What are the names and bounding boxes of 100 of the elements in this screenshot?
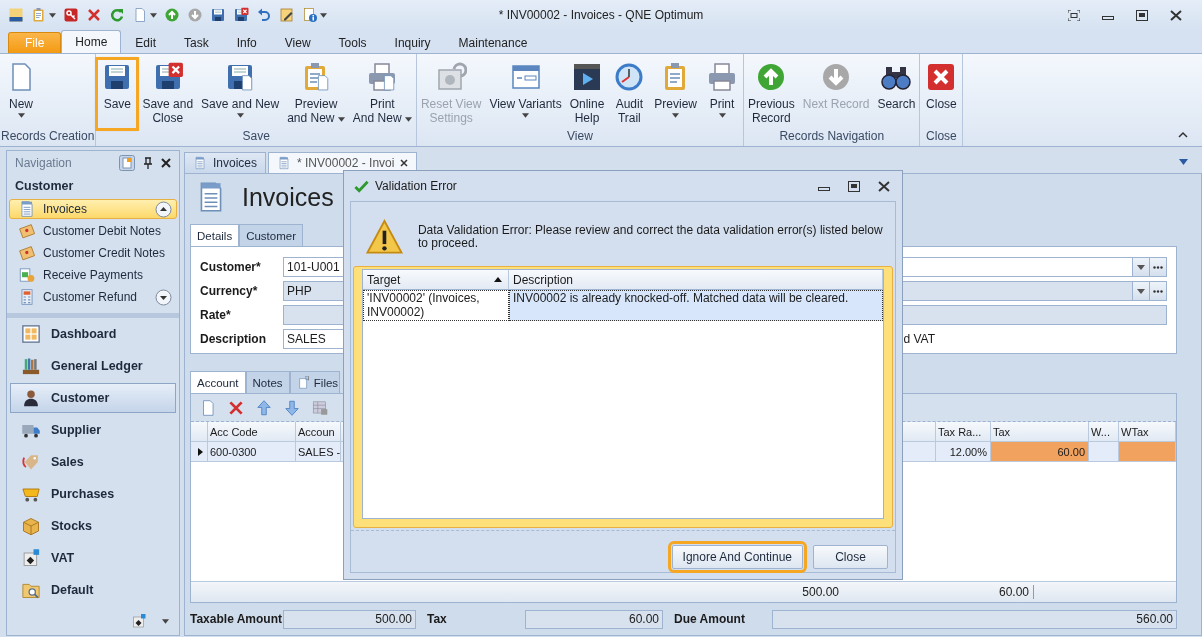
nav-item[interactable]: Customer Credit Notes bbox=[9, 243, 177, 263]
document-icon bbox=[193, 156, 207, 170]
close-icon[interactable] bbox=[161, 158, 171, 168]
table-cell[interactable]: INV00002 is already knocked-off. Matched data will be cleared. bbox=[509, 290, 883, 321]
floppy-disk-x-icon[interactable] bbox=[233, 7, 249, 23]
ellipsis-icon[interactable] bbox=[1153, 289, 1163, 293]
undo-icon[interactable] bbox=[256, 7, 272, 23]
form-title: Invoices bbox=[242, 182, 334, 212]
tax-document-icon[interactable] bbox=[131, 613, 147, 629]
ribbon-button[interactable]: Previous Record bbox=[745, 59, 798, 129]
ribbon-button[interactable]: Save bbox=[97, 59, 138, 129]
key-icon[interactable] bbox=[63, 7, 79, 23]
module-button[interactable]: Supplier bbox=[10, 415, 176, 445]
info-document-icon[interactable] bbox=[302, 7, 318, 23]
column-header[interactable]: Accoun bbox=[296, 422, 341, 442]
nav-item[interactable]: Invoices bbox=[9, 199, 177, 219]
up-arrow-icon[interactable] bbox=[255, 398, 273, 417]
scroll-up-icon[interactable] bbox=[155, 200, 172, 218]
ribbon-group-label: Close bbox=[925, 129, 958, 145]
form-tab[interactable]: Customer bbox=[239, 224, 303, 246]
caret-icon bbox=[320, 12, 327, 18]
ribbon-button[interactable]: New bbox=[1, 59, 41, 129]
maximize-icon[interactable] bbox=[848, 180, 860, 192]
down-arrow-icon[interactable] bbox=[283, 398, 301, 417]
document-tab[interactable]: * INV00002 - Invoi bbox=[268, 152, 418, 173]
nav-item[interactable]: Customer Refund bbox=[9, 287, 177, 307]
field-label: Description bbox=[200, 332, 267, 346]
module-button[interactable]: Sales bbox=[10, 447, 176, 477]
column-header[interactable]: Description bbox=[509, 270, 883, 290]
ribbon-tab[interactable]: Maintenance bbox=[444, 32, 542, 53]
document-icon bbox=[277, 156, 292, 170]
ribbon-button[interactable]: Search bbox=[874, 59, 919, 129]
module-button[interactable]: Stocks bbox=[10, 511, 176, 541]
ribbon-button[interactable]: Save and New bbox=[198, 59, 283, 129]
ribbon-button[interactable]: View Variants bbox=[486, 59, 565, 129]
ribbon-tab[interactable]: Task bbox=[170, 32, 223, 53]
column-header[interactable]: Target bbox=[363, 270, 509, 290]
column-header[interactable]: W... bbox=[1089, 422, 1119, 442]
column-header[interactable]: Acc Code bbox=[208, 422, 296, 442]
ribbon-button[interactable]: Online Help bbox=[566, 59, 608, 129]
detail-tab[interactable]: Account bbox=[190, 371, 246, 393]
clipboard-icon[interactable] bbox=[31, 7, 47, 23]
collapse-icon[interactable] bbox=[1178, 131, 1188, 138]
person-icon bbox=[21, 388, 41, 408]
ribbon-tab[interactable]: Edit bbox=[121, 32, 171, 53]
table-cell: 12.00% bbox=[936, 442, 991, 462]
ribbon-tab[interactable]: View bbox=[270, 32, 325, 53]
dropdown-icon[interactable] bbox=[1179, 158, 1188, 165]
current-row-icon bbox=[197, 447, 203, 456]
nav-item[interactable]: Receive Payments bbox=[9, 265, 177, 285]
ribbon-button[interactable]: Preview and New bbox=[284, 59, 348, 129]
app-logo-icon[interactable] bbox=[8, 7, 24, 23]
total-label: Due Amount bbox=[674, 612, 746, 626]
ribbon-button[interactable]: Preview bbox=[651, 59, 701, 129]
module-button[interactable]: Customer bbox=[10, 383, 176, 413]
fullscreen-icon[interactable] bbox=[1068, 9, 1080, 21]
ribbon-tab[interactable]: Info bbox=[222, 32, 271, 53]
calculator-icon bbox=[18, 288, 36, 306]
detail-tab[interactable]: Files bbox=[289, 371, 341, 393]
ribbon-tab[interactable]: Inquiry bbox=[380, 32, 445, 53]
note-icon bbox=[18, 222, 36, 240]
maximize-icon[interactable] bbox=[1136, 9, 1148, 21]
close-icon[interactable] bbox=[878, 180, 890, 192]
column-header[interactable]: Tax Ra... bbox=[936, 422, 991, 442]
detail-tab[interactable]: Notes bbox=[245, 371, 290, 393]
total-field: 500.00 bbox=[283, 609, 416, 629]
ribbon-button[interactable]: Print And New bbox=[349, 59, 415, 129]
close-icon[interactable] bbox=[400, 159, 409, 167]
scroll-down-icon[interactable] bbox=[155, 288, 172, 306]
ribbon-button[interactable]: Print bbox=[702, 59, 743, 129]
document-tab[interactable]: Invoices bbox=[184, 152, 267, 173]
ribbon-button[interactable]: Close bbox=[921, 59, 962, 129]
summary-value: 500.00 bbox=[801, 585, 840, 599]
module-button[interactable]: General Ledger bbox=[10, 351, 176, 381]
ribbon-tab[interactable]: Tools bbox=[324, 32, 381, 53]
refresh-icon[interactable] bbox=[109, 7, 125, 23]
module-button[interactable]: Dashboard bbox=[10, 319, 176, 349]
notepad-icon[interactable] bbox=[279, 7, 295, 23]
close-icon[interactable] bbox=[1170, 9, 1182, 21]
ribbon-tab[interactable]: Home bbox=[61, 30, 122, 53]
dropdown-icon[interactable] bbox=[1137, 264, 1145, 270]
module-button[interactable]: VAT bbox=[10, 543, 176, 573]
module-button[interactable]: Purchases bbox=[10, 479, 176, 509]
table-cell[interactable]: 'INV00002' (Invoices, INV00002) bbox=[363, 290, 509, 321]
ribbon-group-label: Records Creation bbox=[1, 129, 95, 145]
ellipsis-icon[interactable] bbox=[1153, 265, 1163, 269]
ribbon-button[interactable]: Audit Trail bbox=[609, 59, 650, 129]
form-tab[interactable]: Details bbox=[190, 224, 240, 246]
column-header[interactable]: WTax bbox=[1119, 422, 1176, 442]
window-title: * INV00002 - Invoices - QNE Optimum bbox=[498, 8, 704, 22]
pane-icon[interactable] bbox=[119, 155, 135, 171]
ribbon-button[interactable]: Save and Close bbox=[139, 59, 197, 129]
dropdown-icon[interactable] bbox=[1137, 288, 1145, 294]
column-header[interactable]: Tax bbox=[991, 422, 1089, 442]
caret-icon bbox=[162, 618, 169, 624]
dialog-button[interactable]: Close bbox=[813, 545, 888, 569]
module-button[interactable]: Default bbox=[10, 575, 176, 605]
table-cell: SALES - bbox=[296, 442, 341, 462]
nav-item[interactable]: Customer Debit Notes bbox=[9, 221, 177, 241]
pin-icon[interactable] bbox=[143, 157, 153, 169]
